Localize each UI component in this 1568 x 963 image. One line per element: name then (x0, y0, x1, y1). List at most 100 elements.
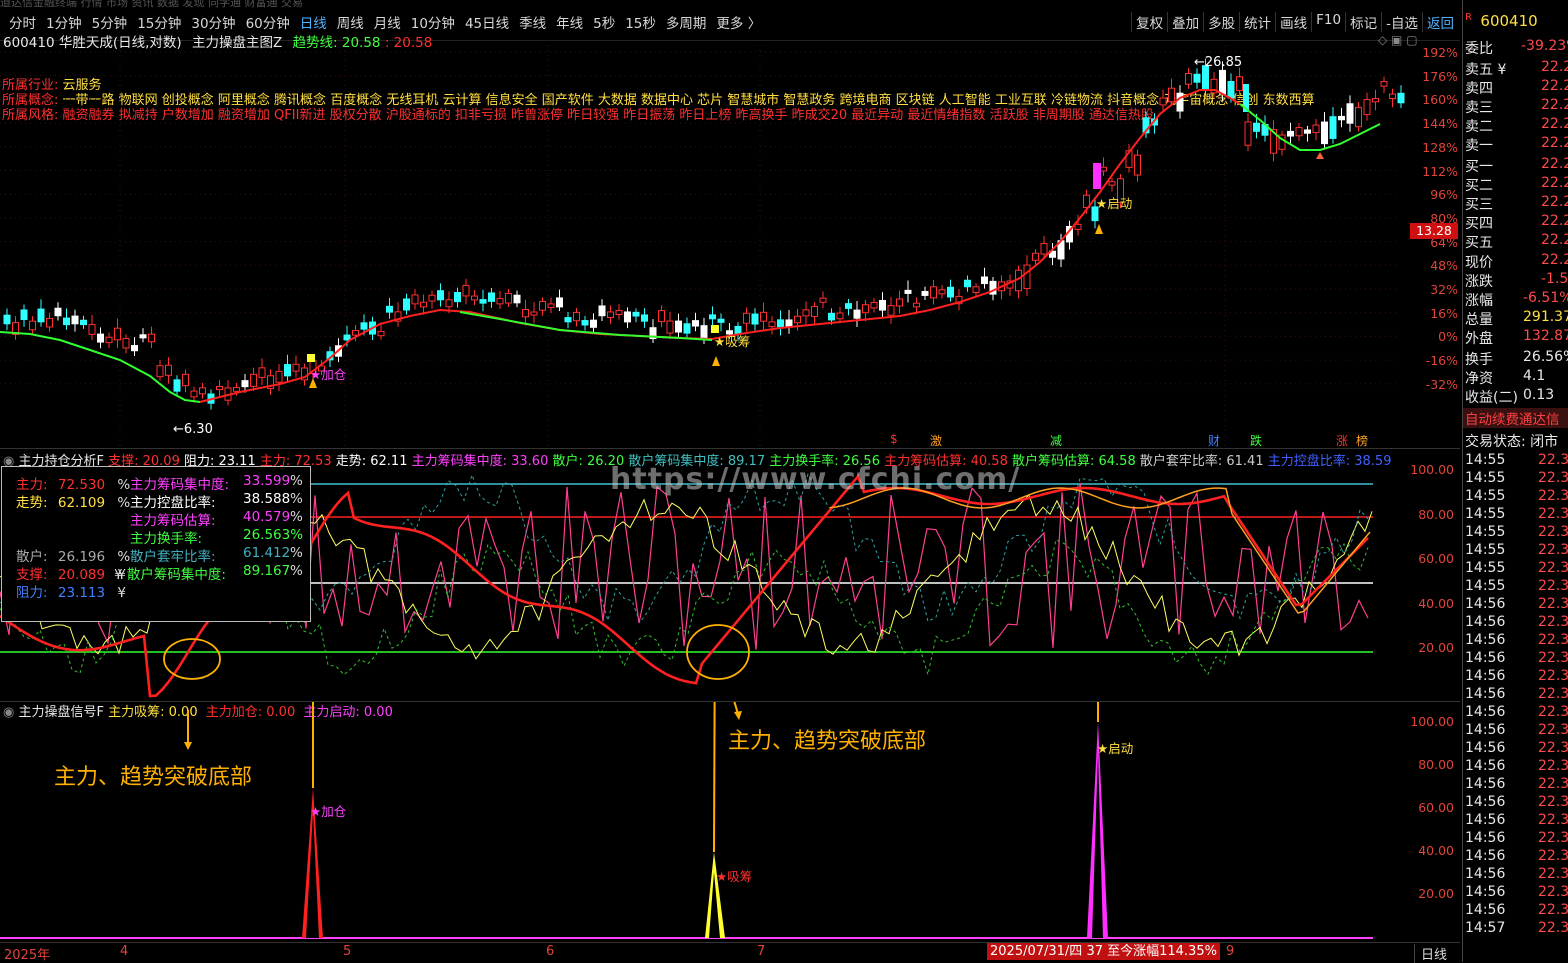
date-tick: 5 (343, 944, 352, 959)
box-r6-value: 89.167 (243, 563, 291, 579)
box-r5-unit: % (290, 545, 303, 561)
candle-body (1108, 181, 1116, 186)
candle-body (913, 302, 920, 308)
event-marker[interactable]: 激 (930, 432, 942, 449)
event-marker[interactable]: 榜 (1356, 432, 1368, 449)
rp-tick-price: 22.3 (1538, 470, 1568, 486)
rp-row-label: 买五 (1465, 235, 1493, 251)
candle-body (581, 320, 589, 326)
candle-body (666, 320, 674, 334)
rp-row: 买四 22.2 (1465, 213, 1568, 232)
candle-body (454, 292, 461, 303)
tab-8[interactable]: 月线 (369, 12, 406, 32)
tab-11[interactable]: 季线 (514, 12, 551, 32)
tool-6[interactable]: 标记 (1345, 12, 1381, 32)
event-marker[interactable]: $ (890, 432, 898, 446)
main-axis-tick: 0% (1438, 329, 1458, 345)
tab-6[interactable]: 日线 (295, 12, 332, 32)
tool-1[interactable]: 叠加 (1167, 12, 1203, 32)
rp-row: 卖一 22.2 (1465, 135, 1568, 154)
candle-body (794, 315, 801, 324)
rp-row-label: 买一 (1465, 159, 1493, 175)
event-marker[interactable]: 跌 (1250, 432, 1262, 449)
rp-tick-price: 22.3 (1538, 920, 1568, 936)
candle-body (54, 307, 62, 317)
main-axis-tick: 16% (1430, 305, 1458, 321)
rp-row: 卖二 22.2 (1465, 116, 1568, 135)
candle-body (598, 305, 606, 317)
rp-r-icon: R (1465, 12, 1472, 23)
tool-3[interactable]: 统计 (1239, 12, 1275, 32)
box-r1-value: 33.599 (243, 473, 291, 489)
event-marker[interactable]: 减 (1050, 432, 1062, 449)
candle-body (539, 300, 546, 311)
rp-tick-time: 14:55 (1465, 542, 1506, 558)
box-right-3: 主力筹码估算: 40.579% (130, 509, 303, 529)
candle-body (1321, 121, 1328, 145)
main-axis-tick: -16% (1425, 353, 1458, 369)
kline-chart[interactable] (0, 40, 1460, 450)
tool-4[interactable]: 画线 (1275, 12, 1311, 32)
rp-tick-price: 22.3 (1538, 830, 1568, 846)
tab-5[interactable]: 60分钟 (241, 12, 295, 32)
tool-7[interactable]: -自选 (1381, 12, 1422, 32)
tab-16[interactable]: 更多 〉 (711, 12, 766, 32)
tool-2[interactable]: 多股 (1203, 12, 1239, 32)
tab-3[interactable]: 15分钟 (132, 12, 186, 32)
tab-1[interactable]: 1分钟 (41, 12, 87, 32)
tab-10[interactable]: 45日线 (460, 12, 514, 32)
event-marker[interactable]: 涨 (1336, 432, 1348, 449)
tab-14[interactable]: 15秒 (620, 12, 661, 32)
tab-12[interactable]: 年线 (551, 12, 588, 32)
rp-tick-row: 14:56 22.3 (1465, 722, 1568, 740)
candle-body (343, 334, 351, 341)
candle-body (488, 292, 495, 302)
candle-body (760, 311, 767, 322)
candle-body (658, 310, 665, 323)
axis-tick: 20.00 (1418, 886, 1454, 901)
rp-tick-price: 22.3 (1538, 488, 1568, 504)
rp-code[interactable]: 600410 (1480, 12, 1537, 30)
rp-tick-time: 14:56 (1465, 668, 1506, 684)
tab-15[interactable]: 多周期 (661, 12, 712, 32)
date-tick: 6 (546, 944, 555, 959)
axis-tick: 40.00 (1418, 595, 1454, 611)
period-button[interactable]: 日线 (1414, 944, 1447, 963)
candle-body (938, 289, 946, 295)
tab-9[interactable]: 10分钟 (406, 12, 460, 32)
rp-tick-price: 22.3 (1538, 776, 1568, 792)
candle-body (411, 294, 419, 305)
rp-banner[interactable]: 自动续费通达信 (1463, 408, 1568, 428)
event-marker[interactable]: 财 (1208, 432, 1220, 449)
tab-0[interactable]: 分时 (4, 12, 41, 32)
tool-0[interactable]: 复权 (1131, 12, 1167, 32)
tool-5[interactable]: F10 (1311, 12, 1345, 32)
rp-trade-state: 交易状态: 闭市 (1465, 431, 1568, 451)
tab-7[interactable]: 周线 (332, 12, 369, 32)
candle-body (3, 314, 11, 325)
box-r3-unit: % (290, 509, 303, 525)
rp-tick-time: 14:56 (1465, 722, 1506, 738)
tab-13[interactable]: 5秒 (588, 12, 620, 32)
box-r6-label: 散户筹码集中度: (126, 567, 226, 583)
rp-tick-row: 14:56 22.3 (1465, 812, 1568, 830)
candle-body (97, 333, 104, 343)
box-r1-unit: % (290, 473, 303, 489)
candle-body (233, 387, 240, 392)
candle-body (1227, 80, 1235, 99)
high-price-label: ←26.85 (1194, 55, 1243, 70)
tool-8[interactable]: 返回 (1422, 12, 1458, 32)
rp-row-label: 总量 (1465, 312, 1493, 328)
rp-row-label: 卖五 ¥ (1465, 62, 1507, 78)
tab-4[interactable]: 30分钟 (186, 12, 240, 32)
signal-qidong-sub: ★启动 (1097, 741, 1134, 756)
tab-2[interactable]: 5分钟 (87, 12, 133, 32)
rp-row: 买一 22.2 (1465, 156, 1568, 175)
rp-row: 涨跌 -1.5 (1465, 271, 1568, 290)
candle-body (607, 311, 614, 318)
rp-row-value: 291.37 (1523, 309, 1568, 325)
rp-tick-row: 14:56 22.3 (1465, 866, 1568, 884)
rp-tick-time: 14:56 (1465, 596, 1506, 612)
rp-row-value: 22.2 (1541, 78, 1568, 94)
rp-row: 买二 22.2 (1465, 175, 1568, 194)
